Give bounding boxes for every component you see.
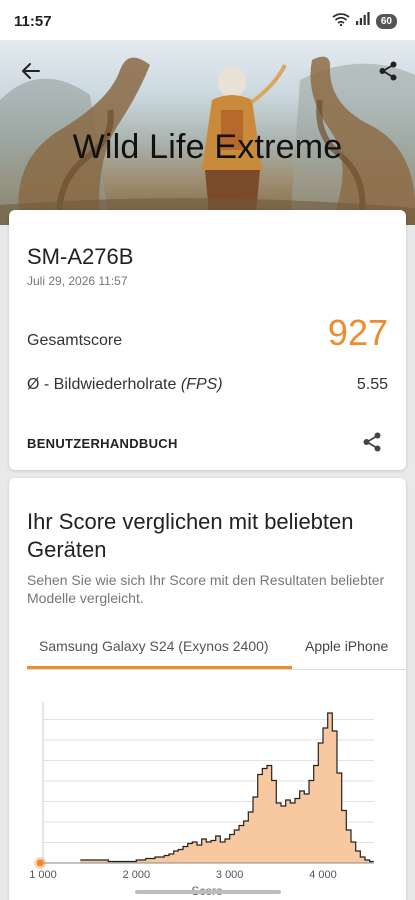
status-icons: 60 [332, 12, 397, 30]
fps-label-text: Ø - Bildwiederholrate [27, 376, 181, 393]
fps-label-unit: (FPS) [180, 376, 223, 393]
wifi-icon [332, 12, 350, 31]
x-tick-label: 1 000 [29, 869, 57, 881]
comparison-card: Ihr Score verglichen mit beliebten Gerät… [9, 478, 406, 900]
benchmark-title: Wild Life Extreme [72, 128, 343, 166]
tab-apple-iphone[interactable]: Apple iPhone [305, 638, 388, 654]
active-tab-indicator [27, 666, 292, 669]
arrow-left-icon [22, 63, 40, 79]
x-tick-label: 4 000 [309, 869, 337, 881]
your-score-marker [36, 859, 44, 867]
score-value: 927 [327, 312, 388, 353]
comparison-subtitle: Sehen Sie wie sich Ihr Score mit den Res… [27, 572, 385, 606]
status-time: 11:57 [14, 13, 52, 30]
tab-galaxy-s24[interactable]: Samsung Galaxy S24 (Exynos 2400) [39, 638, 269, 654]
device-tabs: Samsung Galaxy S24 (Exynos 2400) Apple i… [27, 628, 406, 670]
share-result-button[interactable] [358, 428, 386, 456]
share-icon [363, 432, 381, 452]
x-tick-label: 2 000 [123, 869, 151, 881]
device-name: SM-A276B [27, 244, 134, 269]
distribution-area [80, 713, 374, 863]
fps-label: Ø - Bildwiederholrate (FPS) [27, 376, 223, 394]
signal-icon [355, 12, 370, 30]
share-button[interactable] [373, 56, 403, 86]
user-manual-link[interactable]: BENUTZERHANDBUCH [27, 436, 178, 451]
status-bar: 11:57 60 [0, 0, 415, 40]
result-date: Juli 29, 2026 11:57 [27, 274, 128, 288]
battery-indicator: 60 [375, 13, 397, 29]
x-tick-label: 3 000 [216, 869, 244, 881]
score-label: Gesamtscore [27, 332, 123, 349]
score-distribution-chart: 1 0002 0003 0004 000Score [29, 702, 374, 898]
home-indicator[interactable] [135, 890, 281, 894]
back-button[interactable] [16, 56, 46, 86]
result-card: SM-A276B Juli 29, 2026 11:57 Gesamtscore… [9, 210, 406, 470]
share-icon [379, 61, 397, 81]
hero-banner: Wild Life Extreme [0, 40, 415, 225]
fps-value: 5.55 [356, 376, 388, 393]
comparison-title: Ihr Score verglichen mit beliebten Gerät… [27, 509, 354, 562]
